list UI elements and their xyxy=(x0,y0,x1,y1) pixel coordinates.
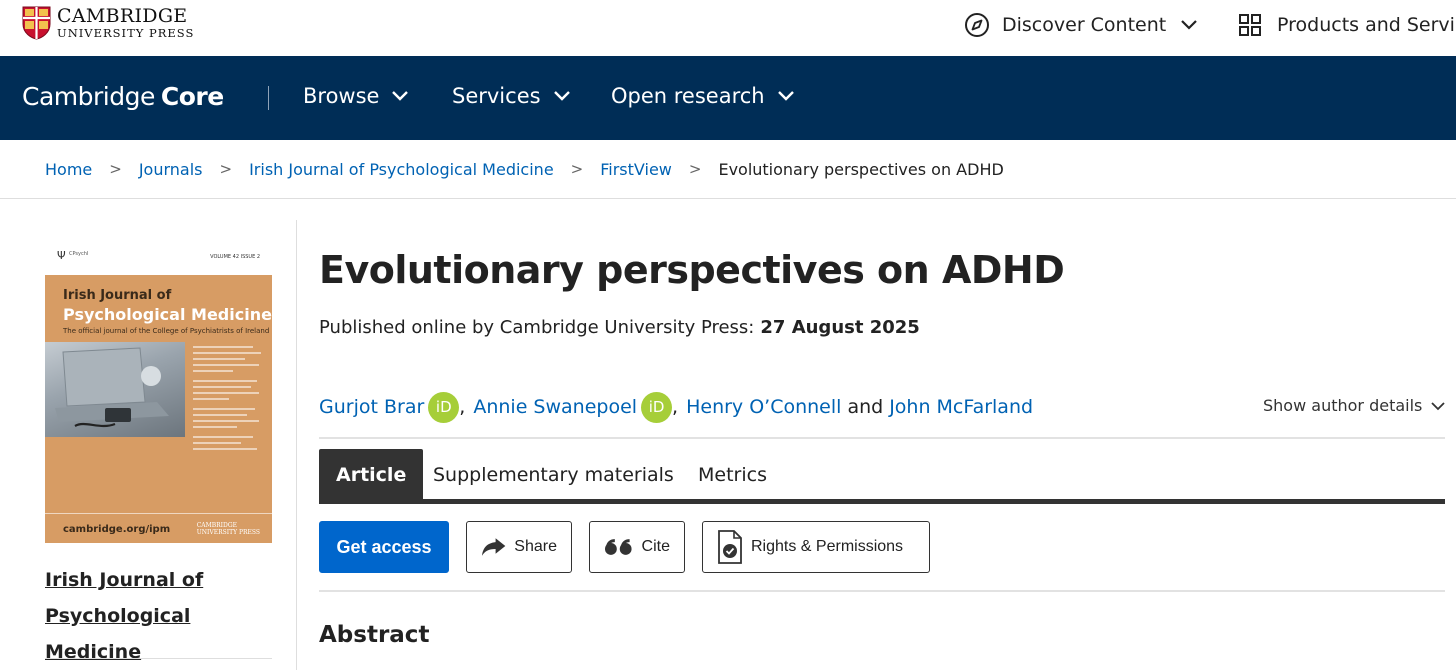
cover-contents-text xyxy=(193,346,263,454)
nav-divider xyxy=(268,86,269,110)
publication-info: Published online by Cambridge University… xyxy=(319,317,920,338)
journal-name-line-2: Psychological Medicine xyxy=(45,605,191,663)
cover-psi-logo: Ψ xyxy=(57,249,66,262)
author-divider xyxy=(319,437,1445,439)
get-access-button[interactable]: Get access xyxy=(319,521,449,573)
share-button[interactable]: Share xyxy=(466,521,572,573)
journal-cover-image[interactable]: Ψ CPsychI VOLUME 42 ISSUE 2 Irish Journa… xyxy=(45,248,272,543)
left-column-divider xyxy=(45,658,272,659)
document-check-icon xyxy=(718,530,742,564)
breadcrumb-separator: > xyxy=(219,160,233,178)
cite-button[interactable]: Cite xyxy=(589,521,685,573)
published-prefix: Published online by Cambridge University… xyxy=(319,317,755,338)
tab-metrics[interactable]: Metrics xyxy=(698,449,767,501)
author-and: and xyxy=(847,396,884,418)
author-link[interactable]: Annie Swanepoel xyxy=(473,396,637,418)
cover-photo xyxy=(45,342,185,437)
breadcrumb-current: Evolutionary perspectives on ADHD xyxy=(718,159,1004,179)
chevron-down-icon xyxy=(777,91,794,101)
abstract-heading: Abstract xyxy=(319,622,430,648)
logo-line-2: UNIVERSITY PRESS xyxy=(57,25,195,40)
compass-icon xyxy=(965,13,989,37)
core-logo-bold: Core xyxy=(160,82,224,111)
cite-label: Cite xyxy=(641,538,670,555)
nav-services-label: Services xyxy=(452,84,541,108)
chevron-down-icon xyxy=(1431,401,1446,410)
cover-laptop-illustration xyxy=(55,347,169,428)
breadcrumb-home[interactable]: Home xyxy=(45,160,92,179)
author-link[interactable]: John McFarland xyxy=(889,396,1033,418)
nav-services[interactable]: Services xyxy=(452,84,571,108)
show-author-details-toggle[interactable]: Show author details xyxy=(1263,396,1446,415)
cover-tagline: The official journal of the College of P… xyxy=(63,327,270,335)
orcid-icon[interactable]: iD xyxy=(428,391,460,423)
journal-name-line-1: Irish Journal of xyxy=(45,569,204,591)
author-link[interactable]: Gurjot Brar xyxy=(319,396,424,418)
breadcrumb-journal[interactable]: Irish Journal of Psychological Medicine xyxy=(249,160,554,179)
grid-icon xyxy=(1239,14,1261,36)
breadcrumb-separator: > xyxy=(109,160,122,178)
discover-content-label: Discover Content xyxy=(1002,14,1167,36)
breadcrumb: Home > Journals > Irish Journal of Psych… xyxy=(45,156,1004,182)
products-and-services-label: Products and Servic xyxy=(1277,14,1456,36)
chevron-down-icon xyxy=(1181,20,1198,30)
cover-org: CPsychI xyxy=(69,251,89,257)
cambridge-core-logo[interactable]: Cambridge Core xyxy=(22,82,224,111)
cambridge-university-press-logo[interactable]: CAMBRIDGE UNIVERSITY PRESS xyxy=(22,6,194,40)
share-arrow-icon xyxy=(481,538,506,556)
top-bar: CAMBRIDGE UNIVERSITY PRESS Discover Cont… xyxy=(0,0,1456,56)
cambridge-shield-icon xyxy=(22,6,51,40)
journal-title-link[interactable]: Irish Journal of Psychological Medicine xyxy=(45,562,285,670)
tab-supplementary-materials[interactable]: Supplementary materials xyxy=(433,449,674,501)
nav-open-research-label: Open research xyxy=(611,84,765,108)
quote-icon xyxy=(604,539,632,555)
products-and-services-menu[interactable]: Products and Servic xyxy=(1238,10,1456,40)
orcid-icon[interactable]: iD xyxy=(641,391,673,423)
breadcrumb-separator: > xyxy=(570,160,584,178)
show-author-details-label: Show author details xyxy=(1263,396,1423,415)
nav-browse-label: Browse xyxy=(303,84,380,108)
author-list: Gurjot Brar iD , Annie Swanepoel iD , He… xyxy=(319,391,1033,423)
chevron-down-icon xyxy=(392,91,409,101)
nav-browse[interactable]: Browse xyxy=(303,84,409,108)
cambridge-core-nav: Cambridge Core Browse Services Open resea… xyxy=(0,56,1456,140)
author-link[interactable]: Henry O’Connell xyxy=(686,396,841,418)
article-title: Evolutionary perspectives on ADHD xyxy=(319,248,1065,292)
cover-publisher: CAMBRIDGE UNIVERSITY PRESS xyxy=(196,522,260,537)
author-separator: , xyxy=(459,396,466,418)
core-logo-regular: Cambridge xyxy=(22,82,155,111)
cover-journal-line-2: Psychological Medicine xyxy=(63,305,272,324)
tab-underline xyxy=(319,499,1445,504)
cover-journal-line-1: Irish Journal of xyxy=(63,288,172,303)
cover-volume: VOLUME 42 ISSUE 2 xyxy=(210,254,260,260)
breadcrumb-firstview[interactable]: FirstView xyxy=(600,160,672,179)
author-separator: , xyxy=(672,396,679,418)
column-divider xyxy=(296,220,297,670)
tab-article[interactable]: Article xyxy=(319,449,424,501)
actions-divider xyxy=(319,590,1445,592)
breadcrumb-divider xyxy=(0,198,1456,199)
logo-line-1: CAMBRIDGE xyxy=(57,4,188,27)
chevron-down-icon xyxy=(553,91,570,101)
discover-content-menu[interactable]: Discover Content xyxy=(964,10,1198,40)
rights-permissions-label: Rights & Permissions xyxy=(751,538,904,555)
published-date: 27 August 2025 xyxy=(760,317,920,338)
breadcrumb-separator: > xyxy=(688,160,702,178)
rights-permissions-button[interactable]: Rights & Permissions xyxy=(702,521,930,573)
cover-url: cambridge.org/ipm xyxy=(63,524,171,535)
nav-open-research[interactable]: Open research xyxy=(611,84,795,108)
share-label: Share xyxy=(514,538,557,555)
breadcrumb-journals[interactable]: Journals xyxy=(139,160,203,179)
